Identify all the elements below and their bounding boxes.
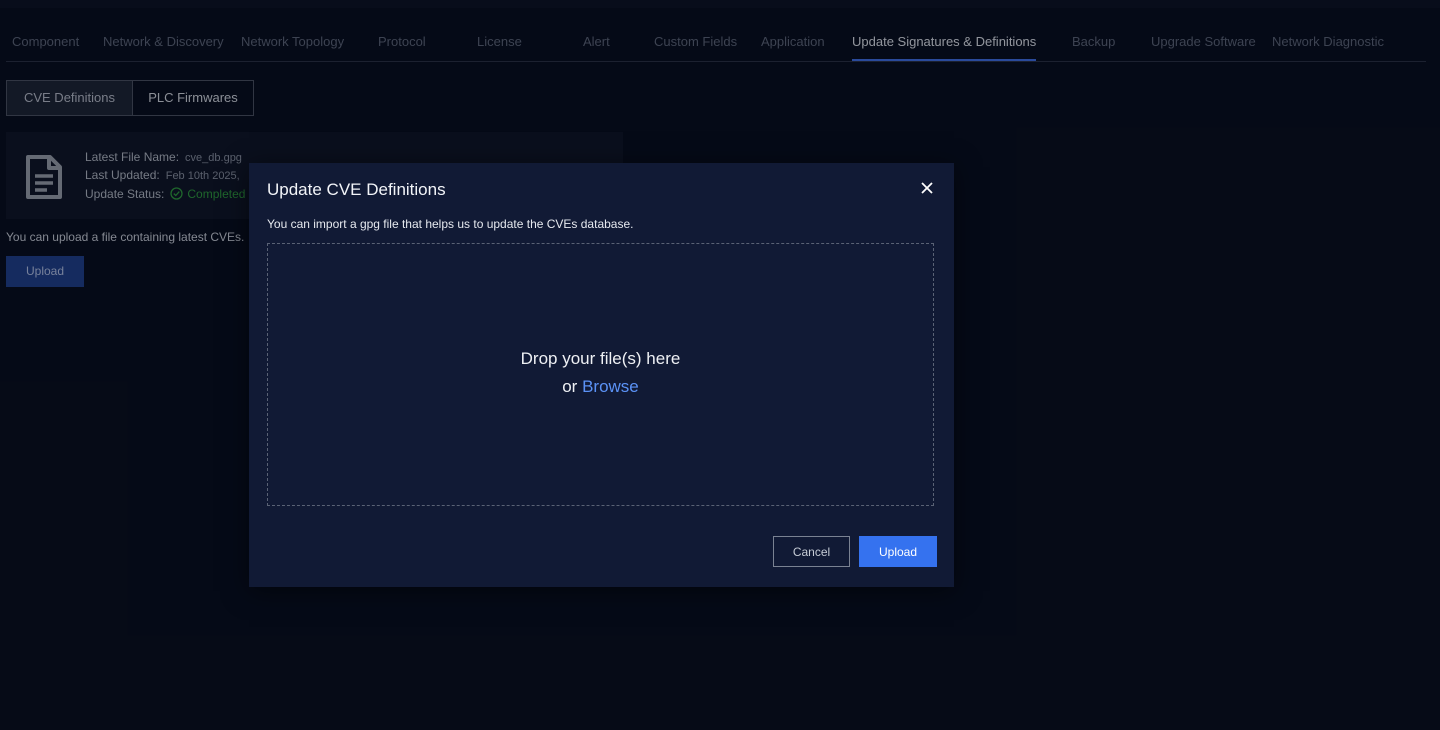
modal-title: Update CVE Definitions — [267, 180, 446, 199]
browse-row: or Browse — [268, 377, 933, 397]
modal-upload-button[interactable]: Upload — [859, 536, 937, 567]
cancel-button[interactable]: Cancel — [773, 536, 850, 567]
modal-description: You can import a gpg file that helps us … — [267, 217, 634, 231]
close-icon[interactable] — [920, 181, 934, 195]
browse-link[interactable]: Browse — [582, 377, 639, 396]
or-text: or — [562, 377, 578, 396]
drop-files-text: Drop your file(s) here — [520, 349, 681, 368]
update-cve-modal: Update CVE Definitions You can import a … — [249, 163, 954, 587]
file-dropzone[interactable]: Drop your file(s) here or Browse — [267, 243, 934, 506]
